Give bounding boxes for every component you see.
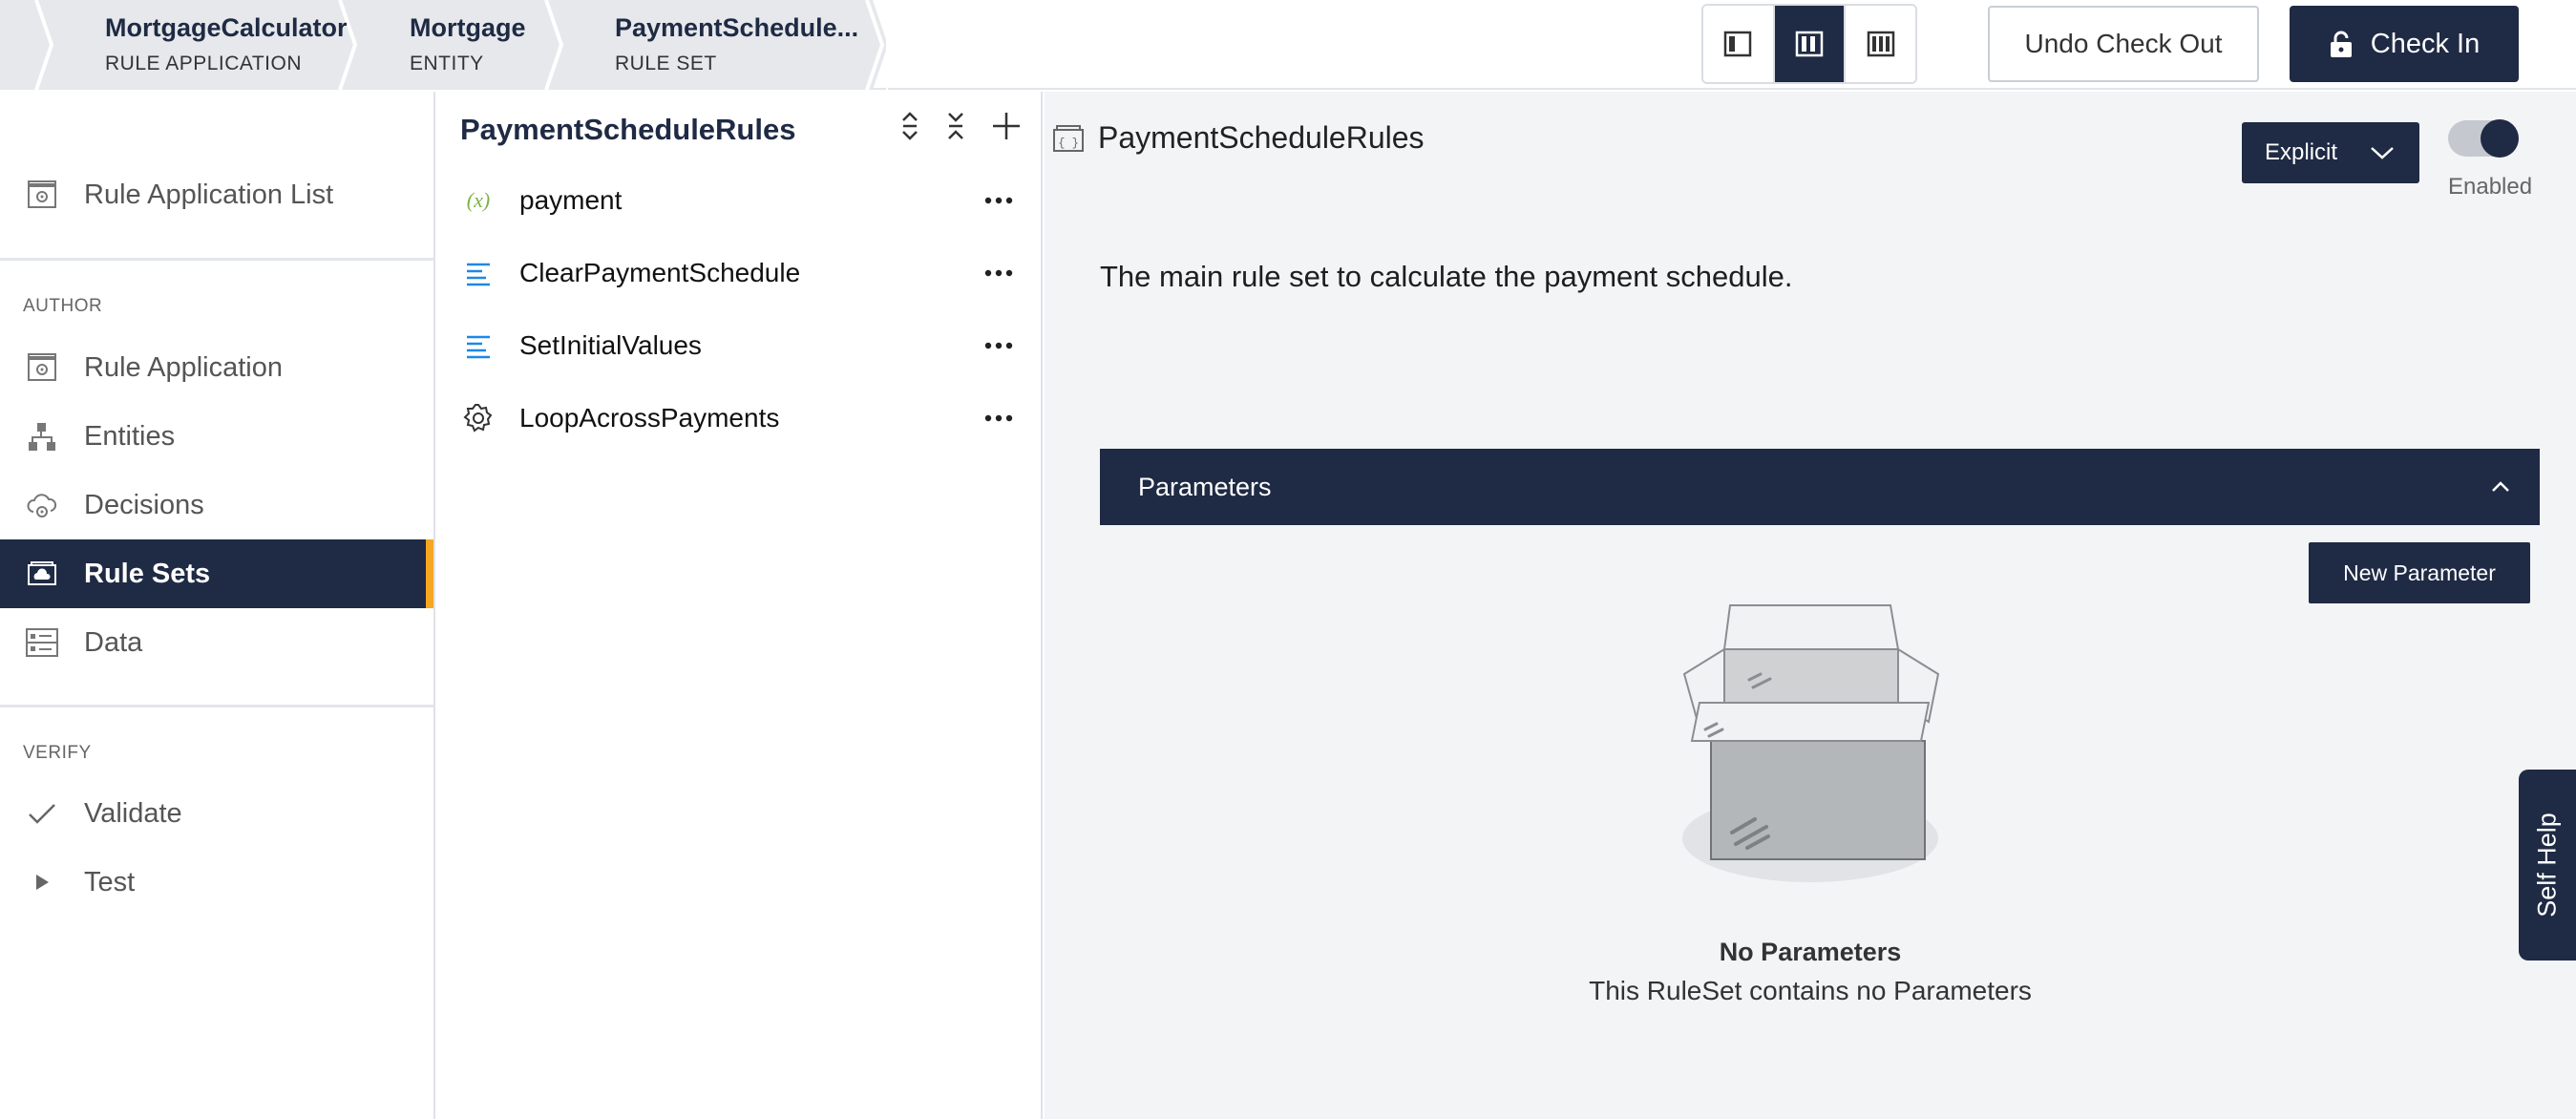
expand-all-icon[interactable] (899, 111, 920, 141)
enabled-label: Enabled (2448, 174, 2533, 200)
nav-entities[interactable]: Entities (0, 402, 433, 471)
check-in-label: Check In (2370, 28, 2481, 59)
verify-section-heading: VERIFY (23, 743, 92, 763)
nav-divider (0, 258, 433, 261)
single-pane-icon (1724, 31, 1752, 57)
gear-icon (437, 402, 519, 434)
breadcrumb-subtitle: RULE SET (615, 53, 717, 74)
undo-check-out-button[interactable]: Undo Check Out (1988, 6, 2259, 82)
execution-mode-value: Explicit (2265, 139, 2338, 165)
page-title: PaymentScheduleRules (1098, 120, 1425, 155)
app-header: MortgageCalculator RULE APPLICATION Mort… (0, 0, 2576, 90)
layout-view-toggle (1701, 4, 1917, 84)
gear-doc-icon (0, 351, 84, 384)
svg-text:(x): (x) (467, 188, 490, 212)
add-icon[interactable] (991, 111, 1022, 141)
toggle-knob (2481, 119, 2519, 158)
ruleset-description[interactable]: The main rule set to calculate the payme… (1100, 260, 1792, 294)
nav-rule-sets[interactable]: Rule Sets (0, 539, 433, 608)
new-parameter-button[interactable]: New Parameter (2309, 542, 2530, 603)
breadcrumb-title: PaymentSchedule... (615, 13, 859, 42)
cloud-gear-icon (0, 489, 84, 521)
data-icon (0, 626, 84, 659)
tree-item-label: LoopAcrossPayments (519, 403, 780, 433)
chevron-up-icon (2492, 481, 2509, 492)
nav-label: Validate (84, 797, 182, 829)
nav-label: Rule Application List (84, 179, 334, 210)
enabled-toggle[interactable] (2448, 119, 2519, 158)
breadcrumb-entity[interactable]: Mortgage ENTITY (410, 0, 553, 90)
tree-item-loop-across-payments[interactable]: LoopAcrossPayments (437, 388, 1041, 449)
breadcrumb-subtitle: RULE APPLICATION (105, 53, 303, 74)
nav-label: Rule Sets (84, 558, 211, 589)
tree-item-label: SetInitialValues (519, 330, 702, 360)
nav-rule-application[interactable]: Rule Application (0, 333, 433, 402)
nav-label: Decisions (84, 489, 204, 520)
breadcrumb-rule-application[interactable]: MortgageCalculator RULE APPLICATION (105, 0, 348, 90)
lines-icon (437, 332, 519, 359)
nav-rule-application-list[interactable]: Rule Application List (0, 160, 433, 229)
ruleset-icon: { } (1053, 124, 1084, 152)
breadcrumb-rule-set[interactable]: PaymentSchedule... RULE SET (615, 0, 863, 90)
hierarchy-icon (0, 420, 84, 453)
ruleset-detail-pane: { } PaymentScheduleRules Explicit Enable… (1045, 92, 2576, 1119)
check-in-button[interactable]: Check In (2290, 6, 2519, 82)
checkmark-icon (0, 798, 84, 829)
lines-icon (437, 260, 519, 286)
two-pane-view-button[interactable] (1774, 6, 1847, 82)
two-pane-icon (1795, 31, 1824, 57)
nav-label: Entities (84, 420, 176, 452)
breadcrumb-title: Mortgage (410, 13, 526, 42)
tree-toolbar (899, 111, 1022, 141)
self-help-tab[interactable]: Self Help (2519, 770, 2576, 961)
single-pane-view-button[interactable] (1703, 6, 1775, 82)
detail-header: { } PaymentScheduleRules (1052, 120, 1425, 156)
empty-state-title: No Parameters (1719, 938, 1902, 966)
breadcrumb: MortgageCalculator RULE APPLICATION Mort… (0, 0, 888, 90)
tree-item-clear-payment-schedule[interactable]: ClearPaymentSchedule (437, 243, 1041, 304)
nav-label: Data (84, 626, 143, 658)
three-pane-view-button[interactable] (1846, 6, 1915, 82)
nav-decisions[interactable]: Decisions (0, 471, 433, 539)
nav-label: Rule Application (84, 351, 283, 383)
self-help-label: Self Help (2532, 813, 2562, 918)
play-icon (0, 872, 84, 893)
tree-item-set-initial-values[interactable]: SetInitialValues (437, 315, 1041, 376)
parameters-panel-title: Parameters (1138, 472, 1272, 501)
parameters-panel-header[interactable]: Parameters (1100, 449, 2540, 525)
nav-validate[interactable]: Validate (0, 779, 433, 848)
more-options-icon[interactable] (970, 269, 1027, 277)
collapse-all-icon[interactable] (945, 111, 966, 141)
left-navigation: Rule Application List AUTHOR Rule Applic… (0, 92, 435, 1119)
tree-item-payment[interactable]: (x) payment (437, 170, 1041, 231)
empty-box-illustration (1682, 604, 1940, 882)
more-options-icon[interactable] (970, 342, 1027, 349)
svg-text:{ }: { } (1058, 137, 1079, 150)
more-options-icon[interactable] (970, 414, 1027, 422)
ruleset-icon (0, 558, 84, 590)
ruleset-tree-pane: PaymentScheduleRules (x) payment ClearPa… (437, 92, 1043, 1119)
more-options-icon[interactable] (970, 197, 1027, 204)
breadcrumb-subtitle: ENTITY (410, 53, 484, 74)
chevron-down-icon (2371, 147, 2394, 159)
nav-divider (0, 705, 433, 707)
breadcrumb-title: MortgageCalculator (105, 13, 348, 42)
lock-icon (2330, 31, 2352, 57)
nav-test[interactable]: Test (0, 848, 433, 917)
tree-item-label: ClearPaymentSchedule (519, 258, 801, 287)
variable-icon: (x) (437, 186, 519, 215)
nav-label: Test (84, 866, 136, 897)
execution-mode-dropdown[interactable]: Explicit (2242, 122, 2419, 183)
tree-item-label: payment (519, 185, 623, 215)
nav-data[interactable]: Data (0, 608, 433, 677)
three-pane-icon (1867, 31, 1894, 57)
tree-title: PaymentScheduleRules (460, 113, 796, 146)
app-list-icon (0, 179, 84, 211)
empty-state-message: This RuleSet contains no Parameters (1589, 976, 2032, 1005)
author-section-heading: AUTHOR (23, 296, 103, 316)
